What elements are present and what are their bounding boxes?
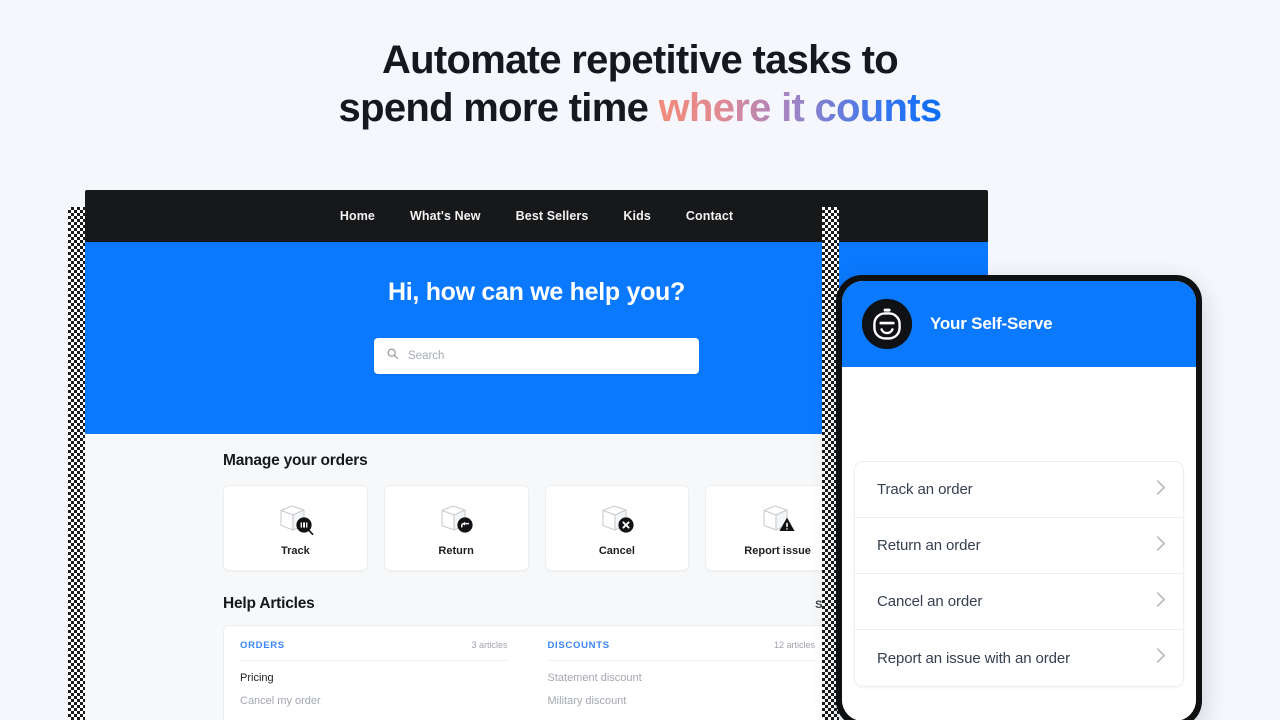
article-link[interactable]: Military discount xyxy=(548,695,816,707)
nav-item-contact[interactable]: Contact xyxy=(686,209,733,223)
box-cancel-x-icon xyxy=(595,499,639,539)
box-warning-triangle-icon xyxy=(756,499,800,539)
order-card-label: Track xyxy=(281,545,310,557)
hero-search-bar[interactable] xyxy=(374,338,699,374)
articles-count: 12 articles xyxy=(773,640,815,650)
order-card-track[interactable]: Track xyxy=(223,485,368,571)
articles-category-title[interactable]: DISCOUNTS xyxy=(548,640,610,651)
divider xyxy=(547,660,815,661)
box-magnifier-icon xyxy=(273,499,317,539)
transparency-checker-left xyxy=(68,207,85,720)
nav-item-kids[interactable]: Kids xyxy=(623,209,651,223)
chevron-right-icon xyxy=(1155,535,1166,557)
headline-line-1: Automate repetitive tasks to xyxy=(381,38,899,82)
nav-item-home[interactable]: Home xyxy=(340,209,375,223)
nav-item-best-sellers[interactable]: Best Sellers xyxy=(516,209,589,223)
articles-column-orders: ORDERS 3 articles Pricing Cancel my orde… xyxy=(240,640,526,720)
order-card-label: Cancel xyxy=(598,545,635,557)
robot-bot-icon xyxy=(862,299,912,349)
articles-column-discounts: DISCOUNTS 12 articles Statement discount… xyxy=(526,640,834,720)
help-articles-title: Help Articles xyxy=(223,595,315,612)
page-root: Automate repetitive tasks to spend more … xyxy=(0,0,1280,720)
order-card-return[interactable]: Return xyxy=(383,485,529,571)
chat-quick-options: Track an order Return an order Cancel an… xyxy=(854,461,1184,687)
site-top-nav: Home What's New Best Sellers Kids Contac… xyxy=(85,190,988,242)
articles-column-header: ORDERS 3 articles xyxy=(240,640,508,651)
search-input[interactable] xyxy=(408,350,687,362)
chat-option-track-order[interactable]: Track an order xyxy=(855,462,1183,518)
article-link[interactable]: Statement discount xyxy=(548,672,816,684)
page-headline: Automate repetitive tasks to spend more … xyxy=(0,36,1280,132)
divider xyxy=(240,660,508,661)
order-card-label: Return xyxy=(438,545,474,557)
chat-body: Track an order Return an order Cancel an… xyxy=(842,367,1196,720)
chevron-right-icon xyxy=(1155,591,1166,613)
chat-option-cancel-order[interactable]: Cancel an order xyxy=(855,574,1183,630)
chat-option-report-issue[interactable]: Report an issue with an order xyxy=(855,630,1183,686)
chat-option-label: Track an order xyxy=(877,481,973,498)
box-return-arrow-icon xyxy=(434,499,478,539)
articles-category-title[interactable]: ORDERS xyxy=(240,640,285,651)
help-articles-header: Help Articles See all xyxy=(223,595,850,613)
chat-title: Your Self-Serve xyxy=(930,314,1053,333)
chat-option-label: Return an order xyxy=(877,537,981,554)
help-articles-panel: ORDERS 3 articles Pricing Cancel my orde… xyxy=(223,625,850,720)
chat-header: Your Self-Serve xyxy=(842,281,1196,367)
chat-option-label: Cancel an order xyxy=(877,593,983,610)
headline-line-2-plain: spend more time xyxy=(338,86,659,130)
headline-accent-text: where it counts xyxy=(658,86,943,130)
order-card-label: Report issue xyxy=(744,545,811,557)
article-link[interactable]: Cancel my order xyxy=(240,695,508,707)
phone-screen: Your Self-Serve Track an order Return an… xyxy=(842,281,1196,720)
article-link[interactable]: Pricing xyxy=(240,672,508,684)
manage-orders-title: Manage your orders xyxy=(223,452,368,469)
chat-option-return-order[interactable]: Return an order xyxy=(855,518,1183,574)
nav-item-whats-new[interactable]: What's New xyxy=(410,209,481,223)
articles-count: 3 articles xyxy=(471,640,508,650)
chat-option-label: Report an issue with an order xyxy=(877,649,1071,667)
chevron-right-icon xyxy=(1155,479,1166,501)
manage-orders-cards: Track Return Cancel Report issue xyxy=(223,485,850,571)
hero-title: Hi, how can we help you? xyxy=(388,278,685,306)
order-card-cancel[interactable]: Cancel xyxy=(544,485,690,571)
phone-mockup: Your Self-Serve Track an order Return an… xyxy=(836,275,1202,720)
search-icon xyxy=(386,347,399,365)
articles-column-header: DISCOUNTS 12 articles xyxy=(548,640,816,651)
chevron-right-icon xyxy=(1155,647,1166,669)
